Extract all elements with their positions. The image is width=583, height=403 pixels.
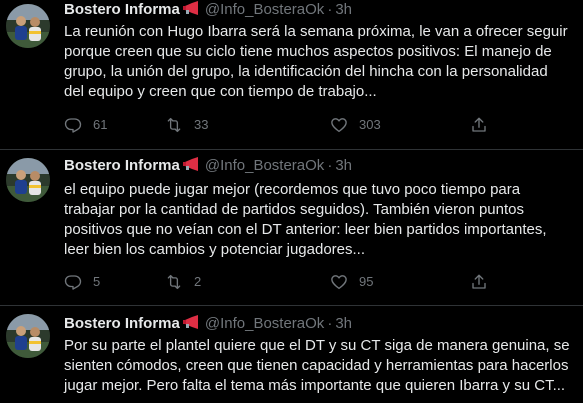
author-name[interactable]: Bostero Informa [64,315,180,332]
retweet-icon [167,117,181,133]
share-icon [472,274,486,289]
tweet-header: Bostero Informa @Info_BosteraOk · 3h [64,314,352,334]
avatar[interactable] [6,314,50,358]
tweet-text-line: leer bien los cambios y potenciar jugado… [64,241,365,258]
megaphone-icon [182,1,201,15]
retweet-icon [167,274,181,290]
tweet-text-line: positivos que no veían con el DT anterio… [64,221,547,238]
retweet-count: 33 [194,117,209,132]
timestamp[interactable]: 3h [335,315,352,332]
avatar-photo-icon [6,314,50,358]
tweet-text-line: La reunión con Hugo Ibarra será la seman… [64,23,568,40]
reply-count: 5 [93,274,101,289]
tweet-text-line: el equipo puede jugar mejor (recordemos … [64,181,521,198]
author-name[interactable]: Bostero Informa [64,157,180,174]
separator-dot: · [327,1,333,18]
tweet-text-line: trabajar por la cantidad de partidos seg… [64,201,525,218]
like-count: 303 [359,117,381,132]
megaphone-icon [182,315,201,329]
avatar[interactable] [6,4,50,48]
share-icon [472,117,486,132]
tweet-text-line: grupo, la unión del grupo, la identifica… [64,63,548,80]
tweet-text: La reunión con Hugo Ibarra será la seman… [64,22,576,102]
tweet-text-line: Por su parte el plantel quiere que el DT… [64,337,570,354]
megaphone-icon [182,157,201,171]
author-handle[interactable]: @Info_BosteraOk [205,157,324,174]
timestamp[interactable]: 3h [335,1,352,18]
retweet-count: 2 [194,274,202,289]
tweet-text: el equipo puede jugar mejor (recordemos … [64,180,576,260]
heart-icon [331,118,347,133]
timestamp[interactable]: 3h [335,157,352,174]
tweet-text-line: del equipo y creen que con tiempo de tra… [64,83,377,100]
avatar[interactable] [6,158,50,202]
tweet[interactable]: Bostero Informa @Info_BosteraOk · 3h La reu… [0,0,583,150]
author-handle[interactable]: @Info_BosteraOk [205,1,324,18]
tweet-header: Bostero Informa @Info_BosteraOk · 3h [64,0,352,20]
like-count: 95 [359,274,374,289]
avatar-photo-icon [6,4,50,48]
tweet-text-line: porque creen que su ciclo tiene muchos a… [64,43,552,60]
separator-dot: · [327,157,333,174]
tweet[interactable]: Bostero Informa @Info_BosteraOk · 3h Por su… [0,306,583,403]
tweet[interactable]: Bostero Informa @Info_BosteraOk · 3h el equ… [0,150,583,305]
tweet-header: Bostero Informa @Info_BosteraOk · 3h [64,156,352,176]
heart-icon [331,275,347,290]
author-handle[interactable]: @Info_BosteraOk [205,315,324,332]
avatar-photo-icon [6,158,50,202]
author-name[interactable]: Bostero Informa [64,1,180,18]
tweet-text-line: jugar mejor. Pero falta el tema más impo… [64,377,566,394]
reply-icon [64,275,82,290]
reply-count: 61 [93,117,108,132]
reply-icon [64,118,82,133]
tweet-text-line: sienten cómodos, creen que tienen capaci… [64,357,569,374]
tweet-text: Por su parte el plantel quiere que el DT… [64,336,576,396]
separator-dot: · [327,315,333,332]
